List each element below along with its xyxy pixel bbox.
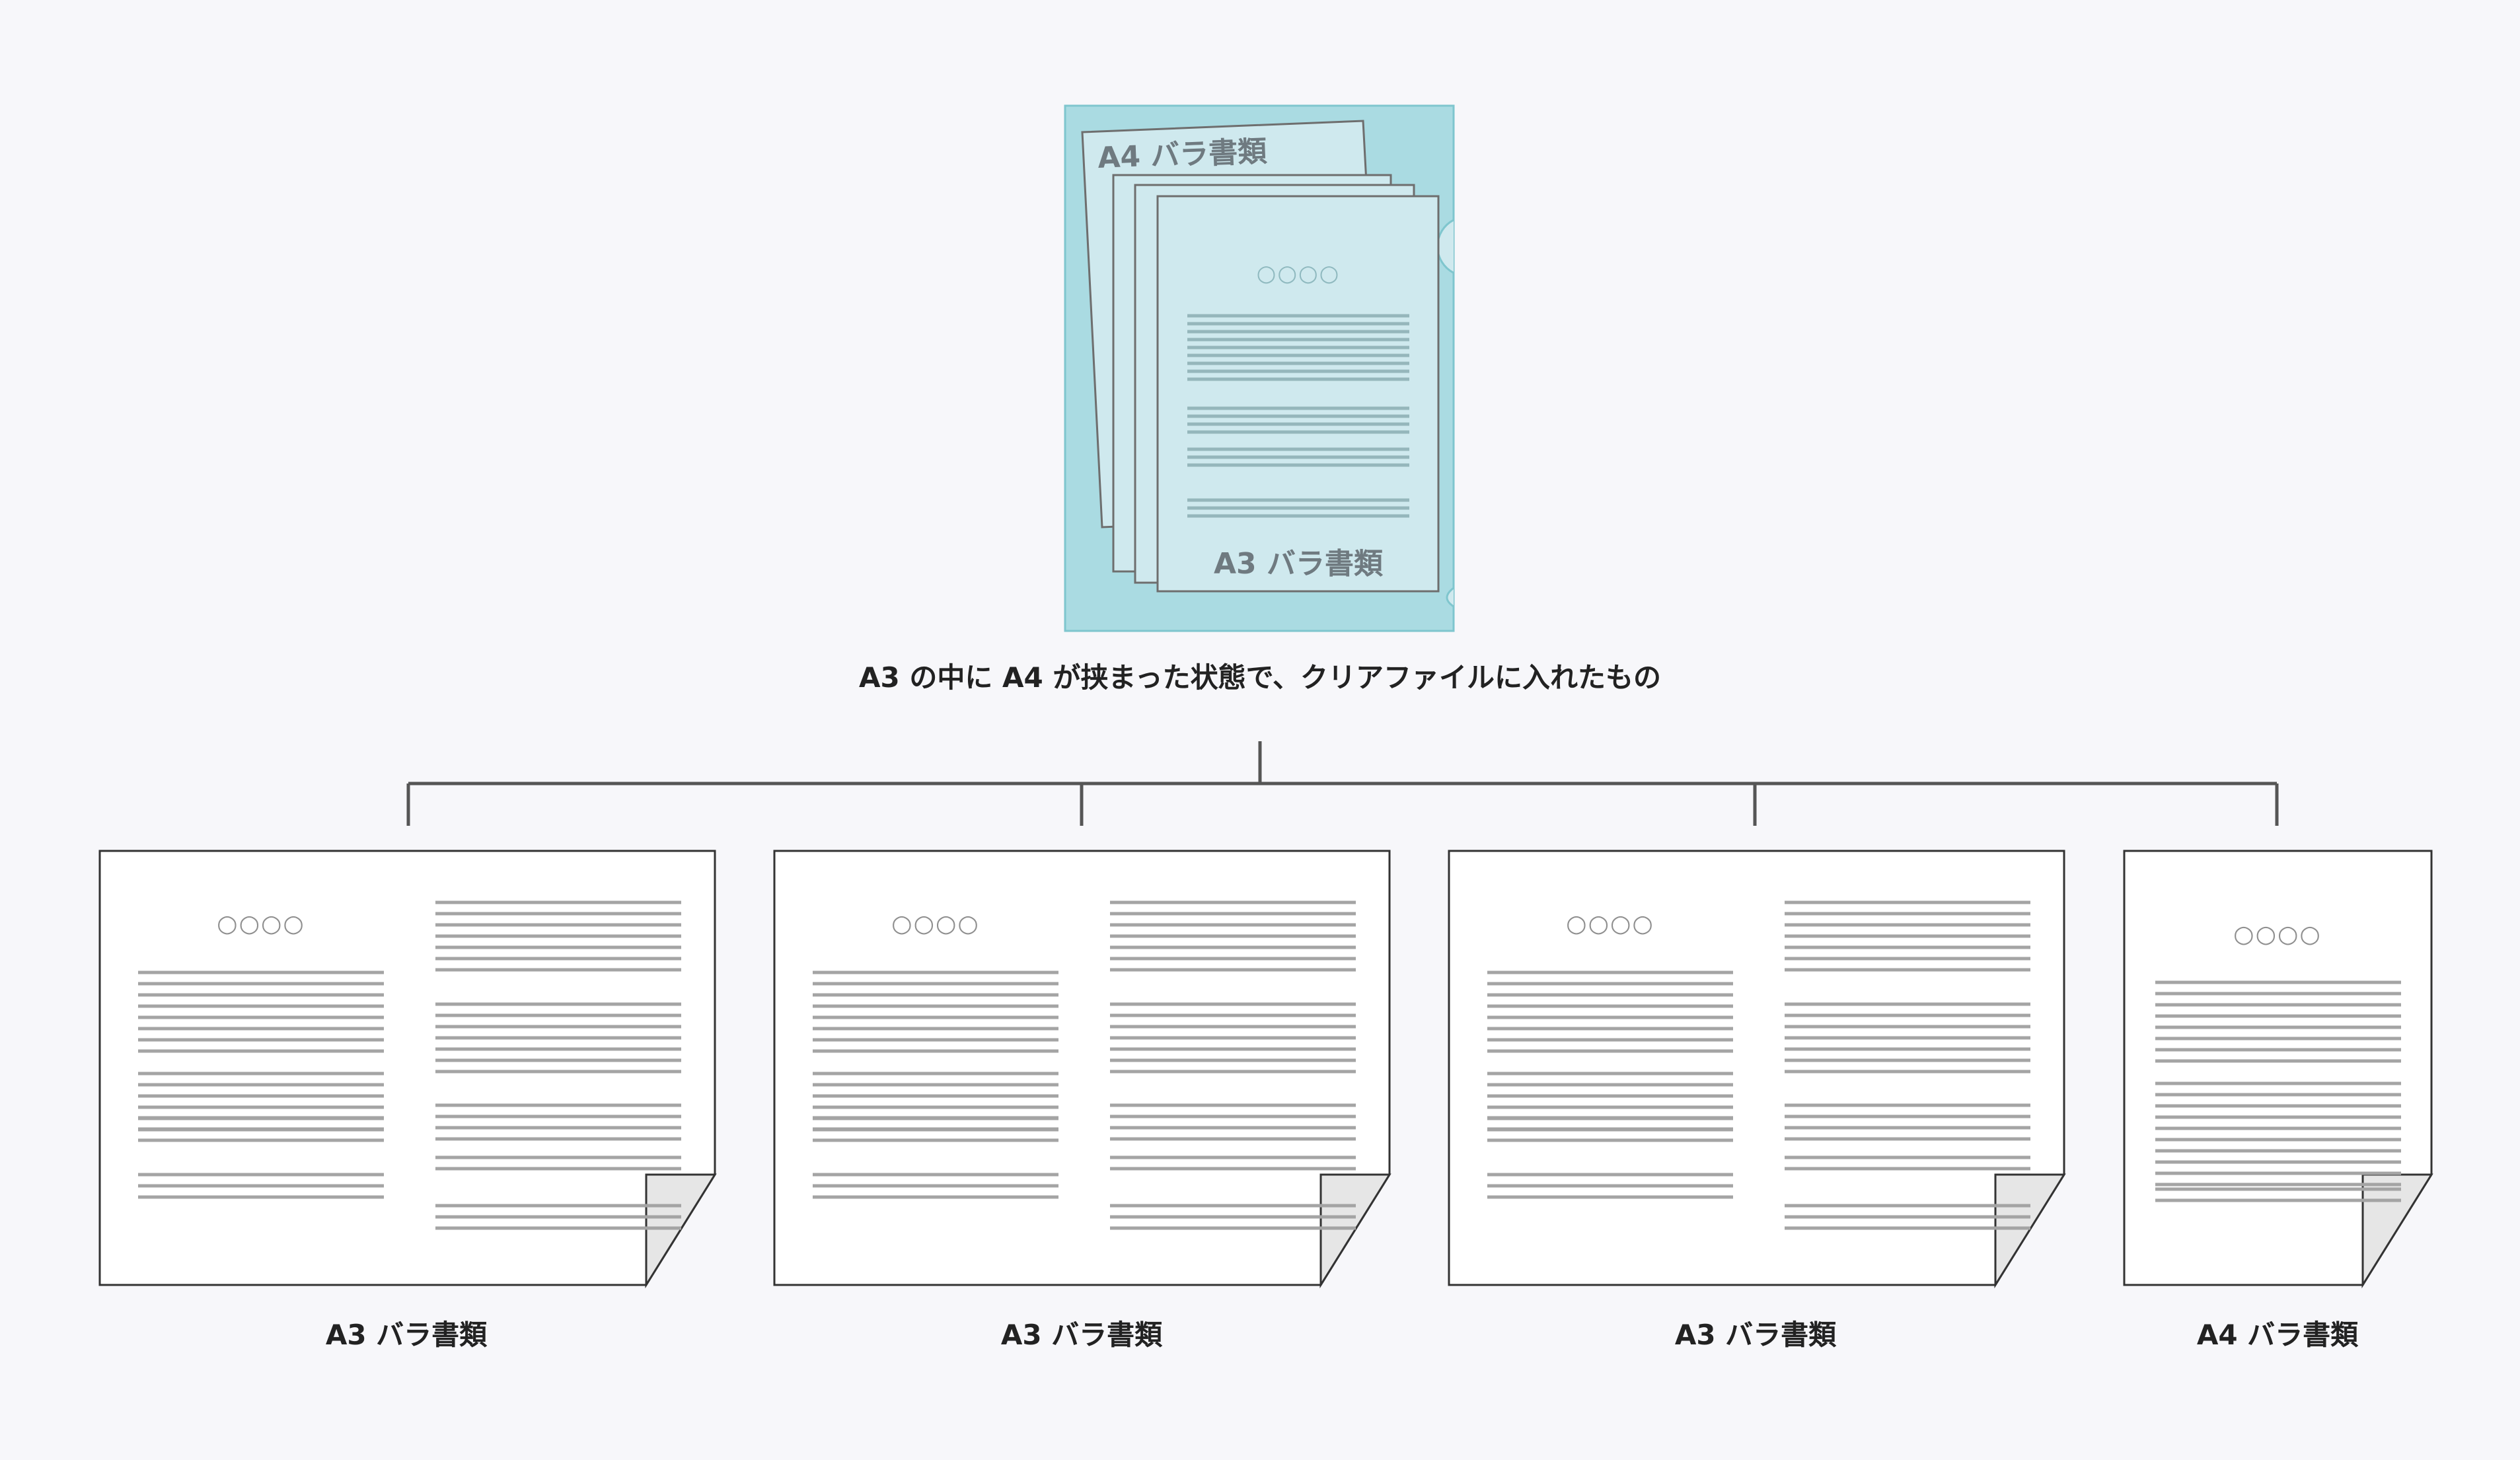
- document-a3-3: ○○○○ A3 バラ書類: [1448, 850, 2066, 1351]
- document-a3-3-page: [1448, 850, 2065, 1286]
- connector-tree: [406, 741, 2279, 826]
- document-a4-circles: ○○○○: [2233, 921, 2322, 948]
- document-a3-1-label: A3 バラ書類: [326, 1319, 488, 1351]
- document-a3-1: ○○○○ A3 バラ書類: [98, 850, 717, 1351]
- folder-caption: A3 の中に A4 が挟まった状態で、クリアファイルに入れたもの: [859, 661, 1661, 694]
- document-a3-1-page: [98, 850, 716, 1286]
- folder-back-sheet-label: A4 バラ書類: [1097, 135, 1268, 175]
- folder-front-sheet-label: A3 バラ書類: [1214, 547, 1384, 581]
- document-a3-3-circles: ○○○○: [1566, 910, 1654, 937]
- document-a3-2-label: A3 バラ書類: [1001, 1319, 1163, 1351]
- document-a4-fold: [2361, 1173, 2433, 1289]
- document-a3-1-circles: ○○○○: [217, 910, 305, 937]
- folder-front-sheet: [1156, 195, 1440, 593]
- clear-file-folder: A4 バラ書類 ○○○○ A3 バラ書類: [1064, 104, 1455, 632]
- document-a3-2-circles: ○○○○: [891, 910, 980, 937]
- document-a3-2: ○○○○ A3 バラ書類: [773, 850, 1391, 1351]
- folder-front-sheet-circles: ○○○○: [1257, 260, 1341, 287]
- document-a3-2-page: [773, 850, 1391, 1286]
- document-a3-3-label: A3 バラ書類: [1675, 1319, 1837, 1351]
- diagram-canvas: A4 バラ書類 ○○○○ A3 バラ書類 A3 の中に A4 が挟まった状態で、…: [98, 104, 2433, 1351]
- document-a4: ○○○○ A4 バラ書類: [2123, 850, 2433, 1351]
- document-a4-label: A4 バラ書類: [2197, 1319, 2359, 1351]
